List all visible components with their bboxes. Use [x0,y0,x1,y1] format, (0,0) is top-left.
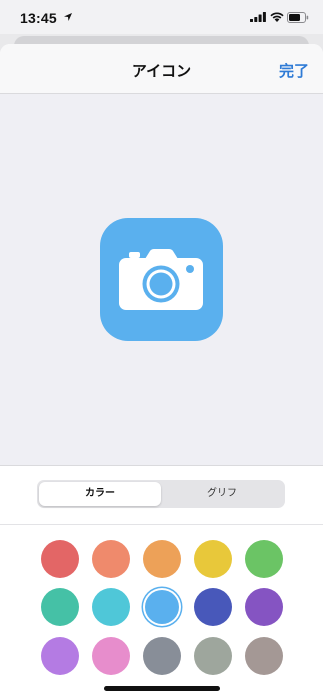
color-swatch[interactable] [92,540,130,578]
wifi-icon [270,12,284,22]
color-palette [0,526,323,700]
icon-sheet: アイコン 完了 カラー グリフ [0,44,323,700]
color-swatch[interactable] [245,637,283,675]
color-swatch[interactable] [92,588,130,626]
divider [0,524,323,525]
segmented-control-area: カラー グリフ [0,466,323,526]
color-swatch[interactable] [245,588,283,626]
camera-icon [119,249,203,310]
color-swatch[interactable] [145,590,179,624]
tab-color[interactable]: カラー [39,482,161,506]
screen: 13:45 アイコン 完了 カラー グリフ [0,0,323,700]
home-indicator [104,686,220,691]
color-swatch[interactable] [143,637,181,675]
color-swatch[interactable] [194,540,232,578]
done-button[interactable]: 完了 [279,60,309,81]
icon-preview-area [0,94,323,466]
app-icon-preview [100,218,223,341]
color-swatch[interactable] [245,540,283,578]
location-arrow-icon [64,13,72,21]
tab-glyph[interactable]: グリフ [161,482,283,506]
color-swatch[interactable] [143,540,181,578]
color-swatch[interactable] [41,540,79,578]
status-bar: 13:45 [0,0,323,34]
navigation-bar: アイコン 完了 [0,44,323,94]
color-swatch[interactable] [194,637,232,675]
battery-icon [287,12,309,23]
color-swatch[interactable] [41,588,79,626]
color-swatch[interactable] [41,637,79,675]
status-time: 13:45 [20,10,57,26]
segmented-control: カラー グリフ [37,480,285,508]
color-swatch[interactable] [92,637,130,675]
page-title: アイコン [131,63,192,80]
cellular-signal-icon [250,12,266,22]
color-swatch[interactable] [194,588,232,626]
